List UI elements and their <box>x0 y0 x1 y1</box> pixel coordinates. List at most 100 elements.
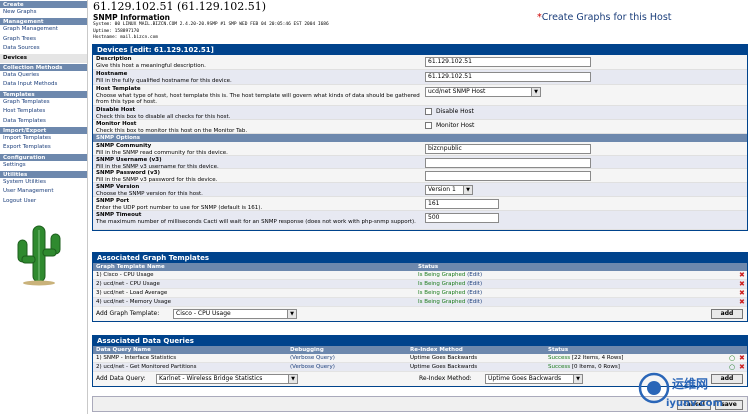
snmp-timeout-input[interactable]: 500 <box>425 213 499 223</box>
verbose-query-link[interactable]: (Verbose Query) <box>290 363 335 372</box>
form-row: SNMP Community Fill in the SNMP read comm… <box>93 142 747 156</box>
table-row: 1) SNMP - Interface Statistics (Verbose Q… <box>93 354 747 363</box>
dq-status: Success [0 Items, 0 Rows] <box>548 363 620 372</box>
monitor-host-checkbox[interactable] <box>425 122 432 129</box>
dq-status-text: Success <box>548 355 571 361</box>
field-control: Monitor Host <box>425 122 474 129</box>
sidebar-item-export-templates[interactable]: Export Templates <box>0 143 87 152</box>
delete-icon[interactable]: ✖ <box>739 271 745 280</box>
sidebar-item-data-sources[interactable]: Data Sources <box>0 44 87 53</box>
dq-status-detail: [0 Items, 0 Rows] <box>571 364 620 370</box>
reload-icon[interactable]: ○ <box>729 363 735 372</box>
col-data-query-name: Data Query Name <box>96 347 151 353</box>
add-data-query-select[interactable]: Karlnet - Wireless Bridge Statistics ▼ <box>156 374 298 384</box>
field-label: SNMP Username (v3) Fill in the SNMP v3 us… <box>96 157 421 170</box>
add-graph-template-select[interactable]: Cisco - CPU Usage ▼ <box>173 309 297 319</box>
cancel-button[interactable]: cancel <box>677 400 711 410</box>
field-help: Choose what type of host, host template … <box>96 92 420 105</box>
snmp-hostname-line: Hostname: mail.bizcn.com <box>93 35 159 40</box>
sidebar-item-graph-management[interactable]: Graph Management <box>0 25 87 34</box>
snmp-fields: SNMP Community Fill in the SNMP read comm… <box>93 142 747 230</box>
table-row: 3) ucd/net - Load Average Is Being Graphe… <box>93 289 747 298</box>
sidebar-section-header: Templates <box>0 89 87 98</box>
delete-icon[interactable]: ✖ <box>739 289 745 298</box>
field-control <box>425 171 591 181</box>
sidebar-item-import-templates[interactable]: Import Templates <box>0 134 87 143</box>
hostname-input[interactable]: 61.129.102.51 <box>425 72 591 82</box>
sidebar-item-settings[interactable]: Settings <box>0 161 87 170</box>
sidebar-item-data-queries[interactable]: Data Queries <box>0 71 87 80</box>
sidebar-item-user-management[interactable]: User Management <box>0 187 87 196</box>
col-reindex-method: Re-Index Method <box>410 347 463 353</box>
field-help: Give this host a meaningful description. <box>96 62 206 69</box>
field-help: Enter the UDP port number to use for SNM… <box>96 204 263 211</box>
field-help: Fill in the SNMP read community for this… <box>96 149 228 156</box>
add-graph-template-label: Add Graph Template: <box>96 310 160 317</box>
add-data-query-value: Karlnet - Wireless Bridge Statistics <box>159 375 263 382</box>
edit-link[interactable]: (Edit) <box>467 290 482 296</box>
add-data-query-button[interactable]: add <box>711 374 743 384</box>
create-graphs-link[interactable]: *Create Graphs for this Host <box>537 12 672 23</box>
disable-host-checkbox[interactable] <box>425 108 432 115</box>
field-label: SNMP Community Fill in the SNMP read comm… <box>96 143 421 156</box>
edit-link[interactable]: (Edit) <box>467 299 482 305</box>
graph-template-name: 3) ucd/net - Load Average <box>96 290 168 296</box>
graph-template-name: 2) ucd/net - CPU Usage <box>96 281 160 287</box>
form-row: Monitor Host Check this box to monitor th… <box>93 120 747 134</box>
description-input[interactable]: 61.129.102.51 <box>425 57 591 67</box>
sidebar-menu: Create New Graphs Management Graph Manageme… <box>0 0 87 206</box>
snmp-system-line: System: 00 LINUX MAIL.BIZCN.COM 2.4.20-2… <box>93 22 329 27</box>
sidebar-item-graph-templates[interactable]: Graph Templates <box>0 98 87 107</box>
col-dq-status: Status <box>548 347 569 353</box>
sidebar-item-host-templates[interactable]: Host Templates <box>0 107 87 116</box>
data-query-name: 2) ucd/net - Get Monitored Partitions <box>96 364 197 370</box>
reindex-method-select[interactable]: Uptime Goes Backwards ▼ <box>485 374 583 384</box>
field-control <box>425 158 591 168</box>
snmp-password-v3-input[interactable] <box>425 171 591 181</box>
edit-link[interactable]: (Edit) <box>467 272 482 278</box>
field-label: SNMP Timeout The maximum number of millis… <box>96 212 421 225</box>
sidebar-section-header: Collection Methods <box>0 62 87 71</box>
host-template-select[interactable]: ucd/net SNMP Host ▼ <box>425 87 541 97</box>
devices-fields: Description Give this host a meaningful d… <box>93 55 747 134</box>
save-button[interactable]: save <box>715 400 743 410</box>
disable-host-checkbox-wrap: Disable Host <box>425 108 474 115</box>
verbose-query-link[interactable]: (Verbose Query) <box>290 354 335 363</box>
add-graph-template-button[interactable]: add <box>711 309 743 319</box>
edit-link[interactable]: (Edit) <box>467 281 482 287</box>
sidebar-item-logout-user[interactable]: Logout User <box>0 197 87 206</box>
field-help: Fill in the SNMP v3 password for this de… <box>96 176 218 183</box>
graph-template-name: 1) Cisco - CPU Usage <box>96 272 154 278</box>
field-help: Fill in the fully qualified hostname for… <box>96 77 232 84</box>
sidebar-item-devices[interactable]: Devices <box>0 53 87 63</box>
field-help: The maximum number of milliseconds Cacti… <box>96 218 416 225</box>
devices-panel-title: Devices [edit: 61.129.102.51] <box>93 45 747 55</box>
field-label: SNMP Password (v3) Fill in the SNMP v3 pa… <box>96 170 421 183</box>
reindex-method-value: Uptime Goes Backwards <box>410 355 478 361</box>
graph-templates-rows: 1) Cisco - CPU Usage Is Being Graphed (Ed… <box>93 271 747 307</box>
delete-icon[interactable]: ✖ <box>739 280 745 289</box>
sidebar-item-data-templates[interactable]: Data Templates <box>0 117 87 126</box>
delete-icon[interactable]: ✖ <box>739 363 745 372</box>
sidebar-section-header: Utilities <box>0 170 87 179</box>
table-row: 2) ucd/net - CPU Usage Is Being Graphed (… <box>93 280 747 289</box>
snmp-version-select[interactable]: Version 1 ▼ <box>425 185 473 195</box>
form-row: Hostname Fill in the fully qualified host… <box>93 70 747 85</box>
form-row: SNMP Version Choose the SNMP version for … <box>93 183 747 197</box>
field-control: bizcnpublic <box>425 144 591 154</box>
sidebar-item-data-input-methods[interactable]: Data Input Methods <box>0 80 87 89</box>
reindex-method-label: Re-Index Method: <box>419 375 472 382</box>
sidebar-item-graph-trees[interactable]: Graph Trees <box>0 35 87 44</box>
add-data-query-row: Add Data Query: Karlnet - Wireless Bridg… <box>93 372 747 386</box>
snmp-username-v3-input[interactable] <box>425 158 591 168</box>
field-label: Monitor Host Check this box to monitor th… <box>96 121 421 134</box>
snmp-community-input[interactable]: bizcnpublic <box>425 144 591 154</box>
sidebar-item-new-graphs[interactable]: New Graphs <box>0 8 87 17</box>
reload-icon[interactable]: ○ <box>729 354 735 363</box>
field-control: Version 1 ▼ <box>425 185 473 195</box>
create-graphs-label[interactable]: Create Graphs for this Host <box>542 12 672 23</box>
delete-icon[interactable]: ✖ <box>739 354 745 363</box>
sidebar-item-system-utilities[interactable]: System Utilities <box>0 178 87 187</box>
snmp-port-input[interactable]: 161 <box>425 199 499 209</box>
delete-icon[interactable]: ✖ <box>739 298 745 307</box>
